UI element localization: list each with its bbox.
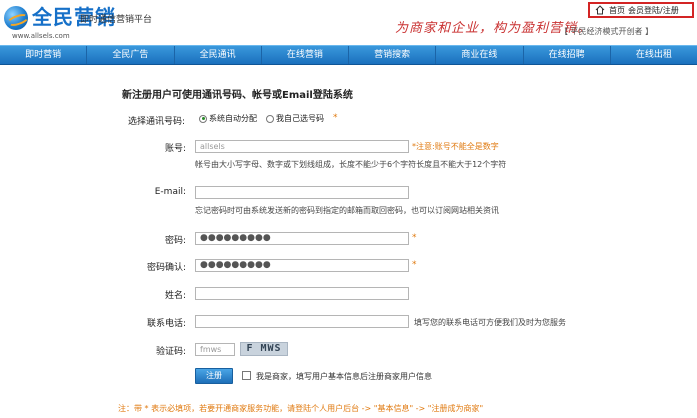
account-input[interactable]: allsels — [195, 140, 409, 153]
confirm-password-label: 密码确认: — [146, 263, 186, 273]
radio-checked-icon — [199, 114, 207, 123]
password-input[interactable]: ●●●●●●●●● — [195, 232, 409, 245]
phone-label: 联系电话: — [146, 319, 186, 329]
merchant-checkbox-label: 我是商家，填写用户基本信息后注册商家用户信息 — [256, 372, 432, 381]
required-star: * — [412, 233, 417, 243]
site-header: 全民营销 即时通信营销平台 www.allsels.com 首页 会员登陆/注册… — [0, 0, 697, 44]
registration-form: 新注册用户可使用通讯号码、帐号或Email登陆系统 选择通讯号码: 系统自动分配… — [0, 66, 697, 418]
account-label: 账号: — [164, 144, 186, 154]
nav-item-jobs[interactable]: 在线招聘 — [524, 46, 611, 64]
captcha-label: 验证码: — [155, 347, 186, 357]
radio-auto-assign[interactable]: 系统自动分配 — [199, 113, 257, 124]
captcha-input[interactable]: fmws — [195, 343, 235, 356]
form-heading: 新注册用户可使用通讯号码、帐号或Email登陆系统 — [122, 90, 353, 101]
register-button[interactable]: 注册 — [195, 368, 233, 384]
nav-item-search[interactable]: 营销搜索 — [349, 46, 437, 64]
phone-input[interactable] — [195, 315, 409, 328]
nav-item-rental[interactable]: 在线出租 — [611, 46, 697, 64]
name-input[interactable] — [195, 287, 409, 300]
name-label: 姓名: — [164, 291, 186, 301]
nav-item-instant-marketing[interactable]: 即时营销 — [0, 46, 88, 64]
home-icon — [595, 5, 605, 15]
nav-item-communication[interactable]: 全民通讯 — [175, 46, 262, 64]
password-label: 密码: — [164, 236, 186, 246]
logo-subtitle: 即时通信营销平台 — [80, 15, 153, 25]
select-number-label: 选择通讯号码: — [127, 117, 185, 127]
required-star: * — [412, 260, 417, 270]
home-link[interactable]: 首页 — [609, 5, 625, 16]
globe-logo-icon — [4, 6, 28, 30]
footnote: 注：带 * 表示必填项，若要开通商家服务功能，请登陆个人用户后台 -> "基本信… — [118, 404, 484, 413]
phone-hint: 填写您的联系电话可方便我们及时为您服务 — [414, 318, 566, 327]
top-links: 首页 会员登陆/注册 — [588, 2, 694, 18]
nav-item-online-marketing[interactable]: 在线营销 — [262, 46, 349, 64]
nav-item-business[interactable]: 商业在线 — [436, 46, 524, 64]
confirm-password-input[interactable]: ●●●●●●●●● — [195, 259, 409, 272]
login-register-link[interactable]: 会员登陆/注册 — [628, 5, 679, 16]
email-hint: 忘记密码时可由系统发送新的密码到指定的邮箱而取回密码，也可以订阅网站相关资讯 — [195, 206, 499, 215]
radio-self-label: 我自己选号码 — [276, 114, 324, 123]
main-nav: 即时营销 全民广告 全民通讯 在线营销 营销搜索 商业在线 在线招聘 在线出租 — [0, 45, 697, 65]
slogan-subtitle: 【 平民经济模式开创者 】 — [560, 27, 654, 36]
account-hint: 帐号由大小写字母、数字或下划线组成，长度不能少于6个字符长度且不能大于12个字符 — [195, 160, 507, 169]
account-warning: *注意:账号不能全是数字 — [412, 142, 499, 151]
merchant-checkbox[interactable] — [242, 371, 251, 380]
email-label: E-mail: — [154, 187, 186, 197]
logo-url: www.allsels.com — [12, 32, 70, 40]
radio-auto-label: 系统自动分配 — [209, 114, 257, 123]
required-star: * — [333, 113, 338, 123]
captcha-image[interactable]: F MWS — [240, 342, 288, 356]
radio-unchecked-icon — [266, 114, 274, 123]
nav-item-ads[interactable]: 全民广告 — [87, 46, 175, 64]
radio-self-select[interactable]: 我自己选号码 — [266, 113, 324, 124]
email-input[interactable] — [195, 186, 409, 199]
